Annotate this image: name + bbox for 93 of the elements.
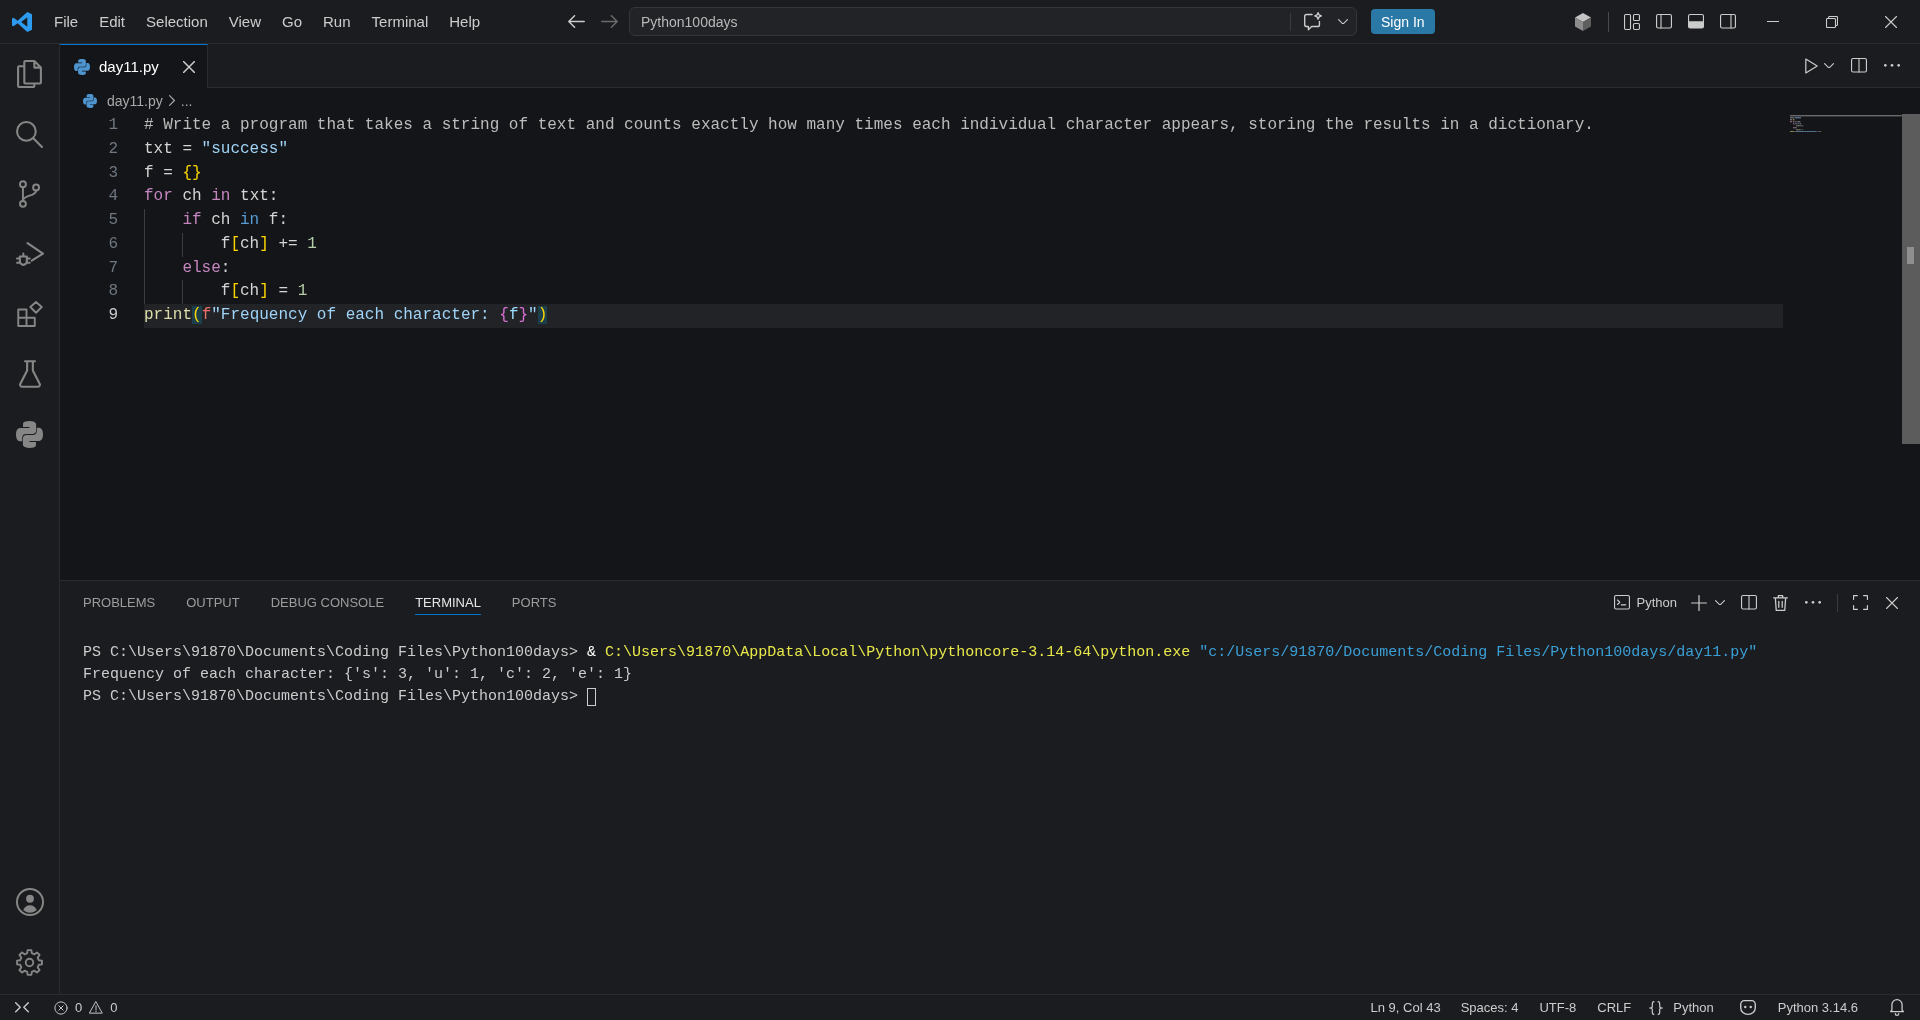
code-line: f[ch] = 1 [220,281,308,303]
line-number: 7 [108,258,118,277]
code-line: if ch in f: [182,210,288,231]
minimize-icon[interactable] [1766,21,1779,22]
editor-tab[interactable]: day11.py [60,44,208,88]
encoding-status[interactable]: UTF-8 [1539,1000,1577,1015]
sign-in-button[interactable]: Sign In [1371,9,1435,34]
menu-item[interactable]: Run [323,11,351,32]
python-file-icon [74,58,90,75]
terminal-line: PS C:\Users\91870\Documents\Coding Files\Python100days> [83,687,580,707]
panel-tab[interactable]: TERMINAL [415,590,481,615]
code-line: txt = "success" [144,138,289,160]
menu-item[interactable]: View [228,11,261,32]
source-control-icon[interactable] [19,180,40,208]
plus-icon[interactable] [1691,594,1707,611]
panel-tab[interactable]: OUTPUT [186,590,240,615]
scrollbar-thumb[interactable] [1902,114,1920,444]
warning-icon[interactable] [89,1001,104,1014]
code-line: # Write a program that takes a string of text and counts exactly how many times each individual character appears, storing the results in a dictionary. [144,115,1594,136]
line-number: 6 [108,234,118,253]
chevron-right-icon [168,95,175,106]
flask-icon[interactable] [18,360,41,388]
warning-count[interactable]: 0 [110,1000,118,1015]
language-mode[interactable]: Python [1673,1000,1714,1015]
cube-icon[interactable] [1575,12,1591,31]
line-number: 3 [108,163,118,182]
cursor-position[interactable]: Ln 9, Col 43 [1370,1000,1441,1015]
line-number: 5 [108,211,118,229]
line-number: 4 [108,187,118,206]
interpreter-status[interactable]: Python 3.14.6 [1777,1000,1858,1015]
panel-tab[interactable]: PROBLEMS [83,590,156,615]
terminal-line: PS C:\Users\91870\Documents\Coding Files\Python100days> & C:\Users\91870\AppData\Local\Python\pythoncore-3.14-64\python.exe "c:/Users/91870/Documents/Coding Files/Python100days/day11.py" [83,643,1758,663]
line-number: 1 [108,116,118,134]
chat-sparkle-icon[interactable] [1304,12,1322,31]
panel-tab[interactable]: PORTS [511,590,557,615]
code-line: for ch in txt: [144,186,279,208]
bell-icon[interactable] [1890,999,1904,1016]
settings-icon[interactable] [16,948,43,976]
split-terminal-icon[interactable] [1741,595,1757,610]
indentation-status[interactable]: Spaces: 4 [1460,1000,1519,1015]
robot-face-icon[interactable] [1739,1000,1756,1015]
terminal-icon[interactable] [1613,595,1630,610]
menu-item[interactable]: Go [282,11,302,32]
split-editor-icon[interactable] [1851,58,1867,73]
python-file-icon [83,93,97,108]
python-icon[interactable] [16,420,43,448]
chevron-down-icon[interactable] [1824,62,1834,69]
panel-tab[interactable]: DEBUG CONSOLE [270,590,385,615]
menu-item[interactable]: Selection [146,11,208,32]
extensions-icon[interactable] [16,301,43,327]
more-icon[interactable] [1805,601,1821,604]
menu-item[interactable]: File [54,11,79,32]
run-icon[interactable] [1805,57,1818,74]
code-line: else: [182,257,231,279]
command-center[interactable]: Python100days [629,7,1357,36]
close-icon[interactable] [1884,15,1897,28]
breadcrumb-item[interactable]: ... [180,92,193,109]
error-count[interactable]: 0 [75,1000,83,1015]
remote-icon[interactable] [15,1002,29,1013]
menu-item[interactable]: Terminal [371,11,429,32]
close-icon[interactable] [183,60,195,73]
arrow-left-icon[interactable] [568,15,585,28]
app-logo-icon[interactable] [12,11,32,32]
search-icon[interactable] [16,120,43,148]
breadcrumb-item[interactable]: day11.py [107,92,163,109]
line-ending-status[interactable]: CRLF [1597,1000,1632,1015]
line-number: 2 [108,139,118,158]
account-icon[interactable] [15,888,44,916]
more-icon[interactable] [1884,64,1900,67]
terminal-profile[interactable]: Python [1636,595,1677,610]
close-icon[interactable] [1886,596,1898,609]
overview-ruler-mark [1907,247,1914,264]
files-icon[interactable] [17,60,42,88]
restore-icon[interactable] [1825,15,1838,28]
maximize-icon[interactable] [1853,595,1868,610]
menu-item[interactable]: Help [449,11,481,32]
terminal-line: Frequency of each character: {'s': 3, 'u': 1, 'c': 2, 'e': 1} [83,665,633,685]
error-icon[interactable] [54,1000,68,1015]
braces-icon[interactable] [1649,1000,1664,1015]
panel-bottom-icon[interactable] [1688,14,1704,29]
sidebar-right-icon[interactable] [1720,14,1736,29]
line-number: 8 [108,282,118,301]
run-debug-icon[interactable] [15,242,44,266]
trash-icon[interactable] [1773,594,1788,611]
chevron-down-icon[interactable] [1715,599,1725,606]
sidebar-left-icon[interactable] [1656,14,1672,29]
code-line: f[ch] += 1 [220,233,317,255]
code-line: f = {} [144,162,202,184]
menu-item[interactable]: Edit [99,11,126,32]
line-number: 9 [108,306,118,324]
code-line: print(f"Frequency of each character: {f}") [144,305,548,326]
customize-layout-icon[interactable] [1624,13,1640,30]
chevron-down-icon[interactable] [1338,18,1348,25]
